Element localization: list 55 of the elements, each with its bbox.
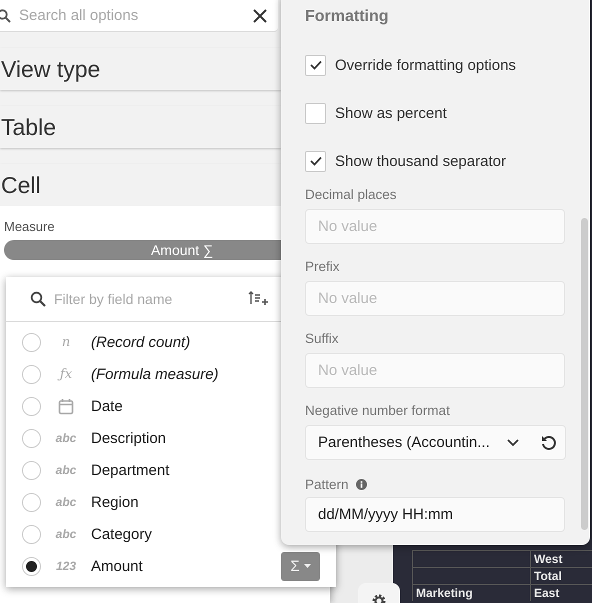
checkbox[interactable] bbox=[305, 150, 326, 172]
input-field[interactable]: dd/MM/yyyy HH:mm bbox=[305, 497, 565, 532]
radio-button[interactable] bbox=[22, 492, 41, 512]
scrollbar-thumb[interactable] bbox=[581, 218, 588, 530]
type-label: ƒx bbox=[60, 366, 72, 382]
filter-field[interactable]: Filter by field name bbox=[52, 290, 216, 308]
type-label: 123 bbox=[56, 559, 76, 573]
input-field[interactable]: No value bbox=[305, 353, 565, 388]
checkbox-label: Override formatting options bbox=[335, 56, 516, 74]
search-icon bbox=[30, 291, 46, 307]
input-field[interactable]: No value bbox=[305, 209, 565, 244]
checkbox-label: Show thousand separator bbox=[335, 152, 506, 170]
checkbox[interactable] bbox=[305, 54, 326, 76]
section-header[interactable]: View type bbox=[0, 48, 281, 90]
section-header[interactable]: Cell bbox=[0, 164, 281, 206]
calendar-icon bbox=[58, 398, 74, 414]
field-label: Pattern bbox=[305, 476, 349, 492]
search-icon bbox=[0, 8, 11, 22]
type-label: abc bbox=[56, 463, 76, 477]
type-label: n bbox=[62, 334, 70, 350]
radio-button[interactable] bbox=[22, 396, 41, 416]
field-label: Negative number format bbox=[305, 403, 451, 420]
popover-title: Formatting bbox=[305, 8, 390, 27]
table-cell: East bbox=[530, 584, 592, 601]
input-field[interactable]: No value bbox=[305, 281, 565, 316]
type-label: abc bbox=[56, 527, 76, 541]
radio-button[interactable] bbox=[22, 556, 41, 576]
search-bar[interactable]: Search all options bbox=[0, 0, 278, 32]
table-cell: West bbox=[530, 550, 592, 567]
checkbox[interactable] bbox=[305, 102, 326, 124]
radio-button[interactable] bbox=[22, 364, 41, 384]
radio-button[interactable] bbox=[22, 460, 41, 480]
radio-button[interactable] bbox=[22, 524, 41, 544]
field-label: Decimal places bbox=[305, 187, 398, 204]
negative-format-select[interactable]: Parentheses (Accountin... bbox=[305, 425, 566, 460]
check-icon bbox=[310, 60, 322, 70]
search-field[interactable]: Search all options bbox=[17, 6, 252, 25]
type-label: abc bbox=[56, 431, 76, 445]
close-icon[interactable] bbox=[252, 8, 268, 24]
type-label: abc bbox=[56, 495, 76, 509]
section-header[interactable]: Table bbox=[0, 106, 281, 148]
info-icon[interactable] bbox=[356, 478, 367, 490]
reset-icon[interactable] bbox=[540, 434, 558, 452]
field-label: Prefix bbox=[305, 259, 341, 276]
field-label: Suffix bbox=[305, 331, 340, 348]
field-label: Measure bbox=[4, 219, 55, 234]
table-cell: Marketing bbox=[413, 584, 530, 601]
field-option[interactable]: 123 Amount Σ bbox=[6, 550, 336, 582]
caret-icon bbox=[304, 564, 311, 568]
checkbox-label: Show as percent bbox=[335, 104, 447, 122]
check-icon bbox=[310, 156, 322, 166]
radio-button[interactable] bbox=[22, 332, 41, 352]
chevron-down-icon bbox=[507, 438, 519, 446]
radio-button[interactable] bbox=[22, 428, 41, 448]
table-cell: Total bbox=[530, 567, 592, 584]
